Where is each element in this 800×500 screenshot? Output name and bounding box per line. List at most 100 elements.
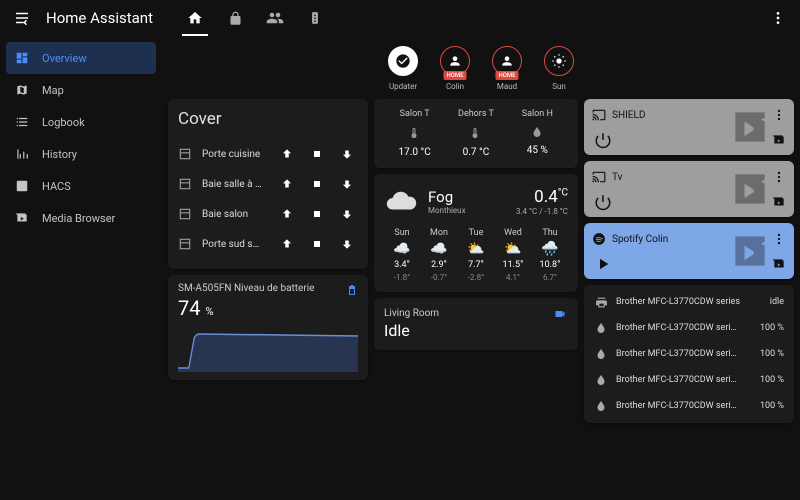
cover-stop-button[interactable] [306, 203, 328, 225]
shutter-icon [178, 147, 194, 161]
media-power-button[interactable] [592, 129, 614, 151]
cover-down-button[interactable] [336, 143, 358, 165]
media-art-icon [728, 229, 772, 273]
home-icon [187, 10, 203, 26]
sidebar-item-label: History [42, 148, 77, 161]
sidebar-item-overview[interactable]: Overview [6, 42, 156, 74]
remote-icon [308, 11, 322, 25]
cloud-icon: ☁️ [430, 241, 447, 257]
cover-stop-button[interactable] [306, 143, 328, 165]
cover-row: Porte sud s… [178, 229, 358, 259]
badge-sun[interactable]: Sun [537, 46, 581, 91]
therm-icon [470, 125, 482, 141]
cover-up-button[interactable] [276, 143, 298, 165]
media-menu-button[interactable] [772, 232, 786, 246]
weather-condition: Fog [428, 188, 506, 206]
cast-icon [592, 170, 606, 184]
cover-row: Baie salle à … [178, 169, 358, 199]
badge-updater[interactable]: Updater [381, 46, 425, 91]
sidebar-item-hacs[interactable]: HACS [0, 170, 162, 202]
cover-stop-button[interactable] [306, 233, 328, 255]
media-menu-button[interactable] [772, 170, 786, 184]
battery-icon [346, 283, 358, 297]
battery-title: SM-A505FN Niveau de batterie [178, 283, 358, 294]
dashboard-icon [14, 50, 30, 66]
tab-remote[interactable] [304, 0, 326, 36]
tab-lock[interactable] [224, 0, 246, 36]
living-room-card[interactable]: Living Room Idle [374, 298, 578, 350]
cover-down-button[interactable] [336, 173, 358, 195]
media-card[interactable]: SHIELD [584, 99, 794, 155]
printer-row[interactable]: Brother MFC-L3770CDW seri… 100 % [594, 393, 784, 419]
person-icon [500, 54, 514, 68]
media-art-icon [728, 105, 772, 149]
printer-row[interactable]: Brother MFC-L3770CDW series idle [594, 289, 784, 315]
media-menu-button[interactable] [772, 108, 786, 122]
living-room-state: Idle [384, 321, 568, 340]
cover-name[interactable]: Porte cuisine [202, 149, 268, 160]
rain-icon: 🌧️ [541, 241, 558, 257]
cover-stop-button[interactable] [306, 173, 328, 195]
map-icon [14, 82, 30, 98]
lock-icon [228, 11, 243, 26]
media-art-icon [728, 167, 772, 211]
shutter-icon [178, 177, 194, 191]
forecast-day: Tue ⛅ 7.7° -2.8° [458, 228, 494, 282]
cover-card: Cover Porte cuisine Baie salle à … Baie … [168, 99, 368, 269]
media-play-button[interactable] [592, 253, 614, 275]
badge-colin[interactable]: HOME Colin [433, 46, 477, 91]
weather-location: Monthieux [428, 206, 506, 215]
cover-up-button[interactable] [276, 233, 298, 255]
sensor-col[interactable]: Dehors T 0.7 °C [448, 109, 503, 158]
battery-card[interactable]: SM-A505FN Niveau de batterie 74 % [168, 275, 368, 380]
drop-icon [594, 347, 608, 361]
cover-name[interactable]: Baie salle à … [202, 179, 268, 190]
battery-sparkline [178, 324, 358, 372]
printer-card: Brother MFC-L3770CDW series idle Brother… [584, 285, 794, 423]
sidebar-item-history[interactable]: History [0, 138, 162, 170]
sensor-col[interactable]: Salon T 17.0 °C [387, 109, 442, 158]
sensor-col[interactable]: Salon H 45 % [510, 109, 565, 158]
sidebar-item-label: Map [42, 84, 64, 97]
printer-row[interactable]: Brother MFC-L3770CDW seri… 100 % [594, 341, 784, 367]
cover-down-button[interactable] [336, 233, 358, 255]
shutter-icon [178, 237, 194, 251]
cover-name[interactable]: Porte sud s… [202, 239, 268, 250]
sidebar-item-media-browser[interactable]: Media Browser [0, 202, 162, 234]
tab-home[interactable] [184, 0, 206, 36]
sun-icon [551, 53, 567, 69]
spotify-icon [592, 232, 606, 246]
weather-card[interactable]: Fog Monthieux 0.4°C 3.4 °C / -1.8 °C Sun… [374, 174, 578, 292]
badge-maud[interactable]: HOME Maud [485, 46, 529, 91]
people-icon [266, 9, 284, 27]
cloud-icon: ☁️ [393, 241, 410, 257]
media-card[interactable]: Tv [584, 161, 794, 217]
tab-people[interactable] [264, 0, 286, 36]
cover-up-button[interactable] [276, 203, 298, 225]
therm-icon [409, 125, 421, 141]
cover-name[interactable]: Baie salon [202, 209, 268, 220]
media-card[interactable]: Spotify Colin [584, 223, 794, 279]
weather-temp: 0.4°C [516, 187, 568, 207]
person-icon [448, 54, 462, 68]
sidebar-item-logbook[interactable]: Logbook [0, 106, 162, 138]
app-title: Home Assistant [46, 9, 156, 27]
media-library-button[interactable] [772, 257, 786, 271]
hacs-icon [14, 178, 30, 194]
media-icon [14, 210, 30, 226]
printer-row[interactable]: Brother MFC-L3770CDW seri… 100 % [594, 367, 784, 393]
check-icon [395, 53, 411, 69]
media-power-button[interactable] [592, 191, 614, 213]
menu-button[interactable] [8, 4, 36, 32]
overflow-menu-button[interactable] [764, 4, 792, 32]
badges-row: Updater HOME Colin HOME Maud Sun [168, 42, 794, 99]
media-library-button[interactable] [772, 133, 786, 147]
drop-icon [594, 399, 608, 413]
chart-icon [14, 146, 30, 162]
media-library-button[interactable] [772, 195, 786, 209]
partly-icon: ⛅ [504, 241, 521, 257]
printer-row[interactable]: Brother MFC-L3770CDW seri… 100 % [594, 315, 784, 341]
sidebar-item-map[interactable]: Map [0, 74, 162, 106]
cover-up-button[interactable] [276, 173, 298, 195]
cover-down-button[interactable] [336, 203, 358, 225]
